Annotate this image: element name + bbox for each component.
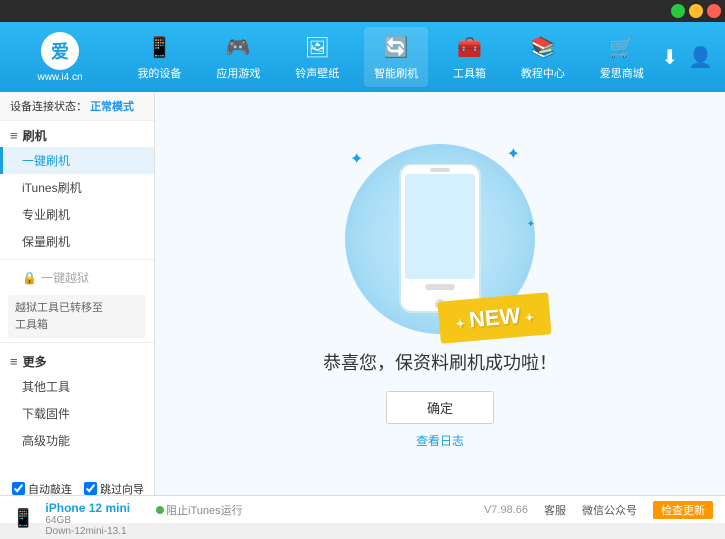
store-icon: 🛒 bbox=[608, 33, 636, 61]
nav-apps-label: 应用游戏 bbox=[216, 65, 260, 81]
tutorial-icon: 📚 bbox=[529, 33, 557, 61]
bottom-bar: 自动敲连 跳过向导 📱 iPhone 12 mini 64GB Down-12m… bbox=[0, 495, 725, 523]
sidebar-item-pro-flash[interactable]: 专业刷机 bbox=[0, 201, 154, 228]
nav-wallpaper-label: 铃声壁纸 bbox=[295, 65, 339, 81]
itunes-status: 阻止iTunes运行 bbox=[156, 502, 243, 518]
status-dot bbox=[156, 506, 164, 514]
section-jailbreak-label: 一键越狱 bbox=[41, 269, 89, 286]
sparkle-icon-3: ✦ bbox=[527, 219, 535, 230]
device-phone-icon: 📱 bbox=[12, 508, 34, 529]
nav-store[interactable]: 🛒 爱思商城 bbox=[590, 27, 654, 87]
device-model: Down-12mini-13.1 bbox=[45, 526, 130, 537]
new-badge: NEW bbox=[437, 292, 552, 344]
title-bar bbox=[0, 0, 725, 22]
nav-smart-flash-label: 智能刷机 bbox=[374, 65, 418, 81]
version-text: V7.98.66 bbox=[484, 504, 528, 516]
pro-flash-label: 专业刷机 bbox=[22, 208, 70, 222]
guide-link[interactable]: 查看日志 bbox=[416, 432, 464, 449]
status-value: 正常模式 bbox=[90, 101, 134, 113]
section-jailbreak: 🔒 一键越狱 bbox=[0, 264, 154, 291]
download-fw-label: 下载固件 bbox=[22, 407, 70, 421]
device-info: iPhone 12 mini 64GB Down-12mini-13.1 bbox=[45, 501, 130, 537]
success-message: 恭喜您，保资料刷机成功啦！ bbox=[323, 349, 557, 375]
nav-right: ⬇ 👤 bbox=[661, 45, 725, 70]
logo-area[interactable]: 爱 www.i4.cn bbox=[0, 24, 120, 91]
device-storage: 64GB bbox=[45, 515, 130, 526]
device-name: iPhone 12 mini bbox=[45, 501, 130, 515]
wallpaper-icon: 🖼 bbox=[303, 33, 331, 61]
nav-store-label: 爱思商城 bbox=[600, 65, 644, 81]
apps-icon: 🎮 bbox=[224, 33, 252, 61]
content-area: ✦ ✦ ✦ NEW 恭喜您，保资料刷机成功啦！ 确定 查看日志 bbox=[155, 92, 725, 495]
nav-tools-label: 工具箱 bbox=[453, 65, 486, 81]
wechat-link[interactable]: 微信公众号 bbox=[582, 502, 637, 518]
status-label: 设备连接状态： bbox=[10, 101, 87, 113]
jailbreak-notice: 越狱工具已转移至工具箱 bbox=[8, 295, 146, 338]
logo-url: www.i4.cn bbox=[37, 72, 82, 83]
sidebar-item-itunes-flash[interactable]: iTunes刷机 bbox=[0, 174, 154, 201]
section-flash: ≡ 刷机 bbox=[0, 121, 154, 147]
tools-icon: 🧰 bbox=[456, 33, 484, 61]
sparkle-icon-1: ✦ bbox=[350, 149, 363, 169]
sparkle-icon-2: ✦ bbox=[507, 144, 520, 164]
device-row: 📱 iPhone 12 mini 64GB Down-12mini-13.1 bbox=[12, 499, 144, 539]
my-device-icon: 📱 bbox=[145, 33, 173, 61]
auto-connect-label: 自动敲连 bbox=[28, 481, 72, 497]
save-flash-label: 保量刷机 bbox=[22, 235, 70, 249]
update-button[interactable]: 检查更新 bbox=[653, 501, 713, 519]
flash-section-icon: ≡ bbox=[10, 128, 18, 143]
sidebar-item-one-key-flash[interactable]: 一键刷机 bbox=[0, 147, 154, 174]
phone-illustration: ✦ ✦ ✦ NEW bbox=[330, 139, 550, 339]
nav-wallpaper[interactable]: 🖼 铃声壁纸 bbox=[285, 27, 349, 87]
user-icon[interactable]: 👤 bbox=[688, 45, 713, 70]
itunes-flash-label: iTunes刷机 bbox=[22, 181, 82, 195]
more-section-icon: ≡ bbox=[10, 354, 18, 369]
phone-svg bbox=[395, 164, 485, 314]
auto-connect-input[interactable] bbox=[12, 482, 25, 495]
nav-smart-flash[interactable]: 🔄 智能刷机 bbox=[364, 27, 428, 87]
other-tools-label: 其他工具 bbox=[22, 380, 70, 394]
nav-items: 📱 我的设备 🎮 应用游戏 🖼 铃声壁纸 🔄 智能刷机 🧰 工具箱 📚 教程中心… bbox=[120, 27, 661, 87]
maximize-button[interactable] bbox=[689, 4, 703, 18]
logo-icon: 爱 bbox=[41, 32, 79, 70]
itunes-status-label: 阻止iTunes运行 bbox=[166, 502, 243, 518]
jailbreak-notice-text: 越狱工具已转移至工具箱 bbox=[15, 302, 103, 331]
auto-connect-checkbox[interactable]: 自动敲连 bbox=[12, 481, 72, 497]
divider-2 bbox=[0, 342, 154, 343]
sidebar-item-advanced[interactable]: 高级功能 bbox=[0, 427, 154, 454]
nav-tools[interactable]: 🧰 工具箱 bbox=[443, 27, 496, 87]
nav-apps[interactable]: 🎮 应用游戏 bbox=[206, 27, 270, 87]
download-icon[interactable]: ⬇ bbox=[661, 45, 678, 70]
lock-icon: 🔒 bbox=[22, 271, 37, 285]
skip-guide-label: 跳过向导 bbox=[100, 481, 144, 497]
nav-my-device-label: 我的设备 bbox=[137, 65, 181, 81]
support-link[interactable]: 客服 bbox=[544, 502, 566, 518]
main-area: 设备连接状态： 正常模式 ≡ 刷机 一键刷机 iTunes刷机 专业刷机 保量刷… bbox=[0, 92, 725, 495]
smart-flash-icon: 🔄 bbox=[382, 33, 410, 61]
skip-guide-checkbox[interactable]: 跳过向导 bbox=[84, 481, 144, 497]
bottom-right: V7.98.66 客服 微信公众号 检查更新 bbox=[484, 501, 713, 519]
status-bar: 设备连接状态： 正常模式 bbox=[0, 92, 154, 121]
sidebar-item-download-fw[interactable]: 下载固件 bbox=[0, 400, 154, 427]
section-more-label: 更多 bbox=[23, 353, 47, 370]
minimize-button[interactable] bbox=[671, 4, 685, 18]
nav-tutorial-label: 教程中心 bbox=[521, 65, 565, 81]
divider-1 bbox=[0, 259, 154, 260]
skip-guide-input[interactable] bbox=[84, 482, 97, 495]
sidebar-item-save-flash[interactable]: 保量刷机 bbox=[0, 228, 154, 255]
advanced-label: 高级功能 bbox=[22, 434, 70, 448]
nav-my-device[interactable]: 📱 我的设备 bbox=[127, 27, 191, 87]
nav-tutorial[interactable]: 📚 教程中心 bbox=[511, 27, 575, 87]
top-nav: 爱 www.i4.cn 📱 我的设备 🎮 应用游戏 🖼 铃声壁纸 🔄 智能刷机 … bbox=[0, 22, 725, 92]
confirm-button[interactable]: 确定 bbox=[386, 391, 494, 424]
one-key-flash-label: 一键刷机 bbox=[22, 154, 70, 168]
close-button[interactable] bbox=[707, 4, 721, 18]
sidebar: 设备连接状态： 正常模式 ≡ 刷机 一键刷机 iTunes刷机 专业刷机 保量刷… bbox=[0, 92, 155, 495]
sidebar-item-other-tools[interactable]: 其他工具 bbox=[0, 373, 154, 400]
section-more: ≡ 更多 bbox=[0, 347, 154, 373]
section-flash-label: 刷机 bbox=[23, 127, 47, 144]
